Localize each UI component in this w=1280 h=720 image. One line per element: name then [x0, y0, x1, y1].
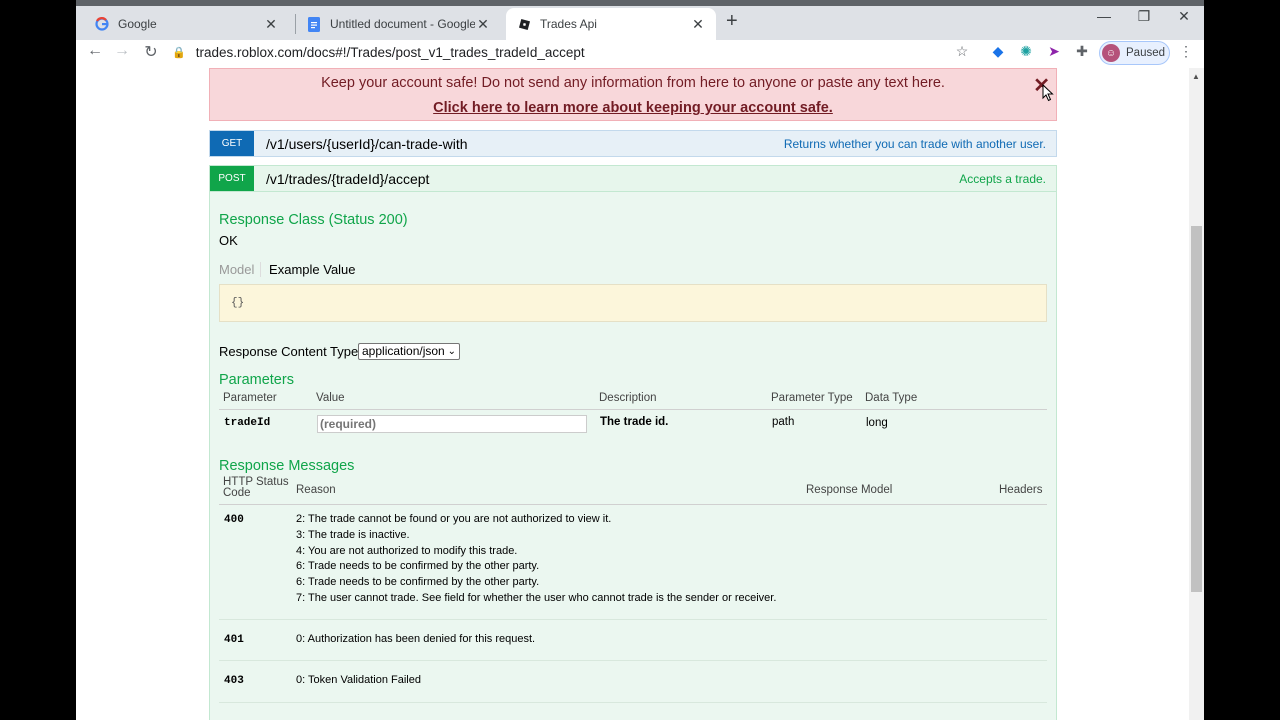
trade-id-input[interactable]	[317, 415, 587, 433]
tab-google[interactable]: Google ✕	[84, 8, 289, 40]
scroll-up-arrow-icon[interactable]: ▲	[1192, 72, 1200, 81]
tab-trades-api[interactable]: Trades Api ✕	[506, 8, 716, 40]
parameter-type: path	[772, 416, 795, 428]
reason-line: 4: You are not authorized to modify this…	[296, 544, 518, 557]
extension-gear-icon[interactable]: ✺	[1016, 43, 1036, 60]
back-icon[interactable]: ←	[84, 42, 106, 60]
extension-blue-icon[interactable]: ◆	[988, 43, 1008, 60]
restore-icon[interactable]: ❐	[1134, 8, 1154, 25]
banner-learn-more-link[interactable]: Click here to learn more about keeping y…	[210, 100, 1056, 116]
row-divider	[219, 619, 1047, 620]
docs-icon	[306, 16, 322, 32]
close-tab-icon[interactable]: ✕	[475, 16, 491, 33]
bookmark-star-icon[interactable]: ☆	[952, 43, 972, 60]
new-tab-icon[interactable]: +	[726, 10, 738, 33]
avatar: ☺	[1102, 44, 1120, 62]
operation-details: Response Class (Status 200) OK Model Exa…	[209, 192, 1057, 720]
row-divider	[219, 702, 1047, 703]
extensions-puzzle-icon[interactable]: ✚	[1072, 43, 1092, 60]
http-method-badge: GET	[210, 131, 254, 156]
profile-status: Paused	[1126, 47, 1166, 59]
reason-line: 7: The user cannot trade. See field for …	[296, 591, 777, 604]
row-divider	[219, 660, 1047, 661]
minimize-icon[interactable]: —	[1094, 8, 1114, 24]
parameter-name: tradeId	[224, 417, 271, 429]
extension-paper-plane-icon[interactable]: ➤	[1044, 43, 1064, 60]
reason-line: 6: Trade needs to be confirmed by the ot…	[296, 576, 540, 589]
operation-summary[interactable]: Accepts a trade.	[959, 172, 1056, 186]
reason-line: 0: Token Validation Failed	[296, 674, 421, 686]
response-messages-heading: Response Messages	[219, 458, 355, 474]
column-header: Description	[599, 392, 657, 404]
operation-get-can-trade-with[interactable]: GET /v1/users/{userId}/can-trade-with Re…	[209, 130, 1057, 157]
roblox-icon	[516, 16, 532, 32]
content-type-select[interactable]: application/json ⌄	[358, 343, 460, 360]
column-header: Data Type	[865, 392, 918, 404]
reload-icon[interactable]: ↻	[140, 42, 162, 62]
reason-line: 2: The trade cannot be found or you are …	[296, 513, 612, 525]
reason-list: 0: Token Validation Failed	[296, 673, 421, 689]
reason-list: 0: Authorization has been denied for thi…	[296, 632, 535, 648]
reason-line: 3: The trade is inactive.	[296, 528, 410, 541]
tab-strip: Google ✕ Untitled document - Google Docs…	[76, 0, 1204, 40]
tab-title: Untitled document - Google Docs	[330, 17, 475, 31]
column-header: Headers	[999, 484, 1043, 496]
browser-toolbar: ← → ↻ 🔒 trades.roblox.com/docs#!/Trades/…	[76, 40, 1204, 68]
status-code: 400	[224, 514, 244, 526]
parameter-data-type: long	[866, 417, 888, 429]
reason-line: 0: Authorization has been denied for thi…	[296, 633, 536, 645]
close-window-icon[interactable]: ✕	[1174, 8, 1194, 25]
reason-line: 6: Trade needs to be confirmed by the ot…	[296, 560, 540, 573]
parameter-description: The trade id.	[600, 416, 669, 428]
close-tab-icon[interactable]: ✕	[690, 16, 706, 33]
status-code: 403	[224, 675, 244, 687]
chevron-down-icon: ⌄	[447, 346, 456, 357]
operation-summary[interactable]: Returns whether you can trade with anoth…	[784, 137, 1056, 151]
google-g-icon	[94, 16, 110, 32]
parameters-table-header: Parameter Value Description Parameter Ty…	[219, 392, 1047, 410]
browser-window: Google ✕ Untitled document - Google Docs…	[76, 0, 1204, 720]
mouse-cursor-icon	[1042, 84, 1054, 102]
profile-button[interactable]: ☺ Paused	[1099, 41, 1170, 65]
tab-title: Google	[118, 17, 157, 31]
example-value-snippet[interactable]: {}	[219, 284, 1047, 322]
banner-message: Keep your account safe! Do not send any …	[321, 75, 945, 91]
window-top-edge	[76, 0, 1204, 6]
operation-post-accept[interactable]: POST /v1/trades/{tradeId}/accept Accepts…	[209, 165, 1057, 192]
forward-icon[interactable]: →	[111, 42, 133, 60]
operation-path[interactable]: /v1/users/{userId}/can-trade-with	[254, 136, 784, 152]
response-class-heading: Response Class (Status 200)	[219, 212, 408, 228]
reason-list: 2: The trade cannot be found or you are …	[296, 512, 776, 607]
url-text: trades.roblox.com/docs#!/Trades/post_v1_…	[195, 44, 585, 60]
address-bar[interactable]: 🔒 trades.roblox.com/docs#!/Trades/post_v…	[172, 40, 976, 64]
response-status-text: OK	[219, 233, 238, 248]
response-messages-table-header: HTTP Status Code Reason Response Model H…	[219, 476, 1047, 505]
security-warning-banner: Keep your account safe! Do not send any …	[209, 68, 1057, 121]
vertical-scrollbar[interactable]: ▲	[1189, 68, 1204, 720]
page-viewport: Keep your account safe! Do not send any …	[76, 68, 1189, 720]
column-header: Parameter Type	[771, 392, 853, 404]
content-type-value: application/json	[362, 344, 445, 358]
column-header: Value	[316, 392, 345, 404]
model-tabs: Model Example Value	[219, 262, 356, 277]
operation-path[interactable]: /v1/trades/{tradeId}/accept	[254, 171, 959, 187]
example-value-tab[interactable]: Example Value	[265, 262, 355, 277]
status-code: 401	[224, 634, 244, 646]
lock-icon[interactable]: 🔒	[172, 46, 186, 59]
tab-docs[interactable]: Untitled document - Google Docs ✕	[296, 8, 501, 40]
content-type-label: Response Content Type	[219, 344, 359, 359]
http-method-badge: POST	[210, 166, 254, 191]
scrollbar-thumb[interactable]	[1191, 226, 1202, 592]
model-tab[interactable]: Model	[219, 262, 262, 277]
column-header: HTTP Status Code	[223, 476, 289, 499]
column-header: Reason	[296, 484, 336, 496]
close-tab-icon[interactable]: ✕	[263, 16, 279, 33]
menu-kebab-icon[interactable]: ⋮	[1176, 43, 1196, 60]
column-header: Response Model	[806, 484, 893, 496]
tab-title: Trades Api	[540, 17, 597, 31]
parameters-heading: Parameters	[219, 372, 294, 388]
column-header: Parameter	[223, 392, 277, 404]
